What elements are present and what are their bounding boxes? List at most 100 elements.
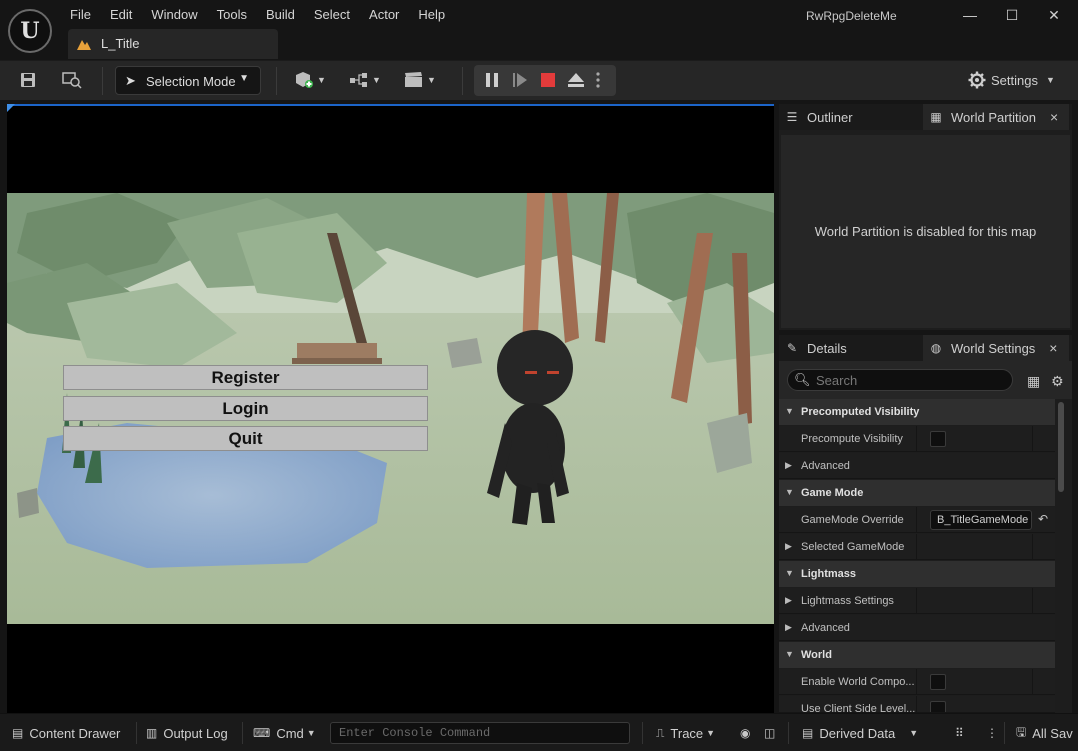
group-selected-gamemode[interactable]: ▶ Selected GameMode	[779, 534, 1055, 560]
game-scene[interactable]: Register Login Quit	[7, 193, 774, 624]
chevron-down-icon: ▼	[909, 728, 919, 738]
property-label: GameMode Override	[801, 514, 904, 526]
column-divider	[916, 669, 917, 695]
add-actor-icon[interactable]: ▼	[290, 69, 330, 91]
menu-build[interactable]: Build	[256, 4, 304, 26]
details-search-input[interactable]	[816, 372, 996, 388]
category-lightmass[interactable]: ▼ Lightmass	[779, 561, 1055, 587]
title-bar: U File Edit Window Tools Build Select Ac…	[0, 0, 1078, 60]
login-button[interactable]: Login	[63, 396, 428, 421]
register-button[interactable]: Register	[63, 365, 428, 390]
chevron-right-icon: ▶	[785, 460, 792, 470]
maximize-button[interactable]: ☐	[992, 4, 1032, 26]
menu-select[interactable]: Select	[304, 4, 359, 26]
menu-help[interactable]: Help	[408, 4, 454, 26]
group-label: Advanced	[801, 622, 850, 634]
close-tab-icon[interactable]: ×	[1050, 109, 1058, 125]
menu-tools[interactable]: Tools	[207, 4, 256, 26]
menu-window[interactable]: Window	[141, 4, 206, 26]
selection-mode-dropdown[interactable]: ➤ Selection Mode ▼	[115, 66, 261, 95]
cinematics-icon[interactable]: ▼	[400, 69, 440, 91]
chevron-down-icon: ▼	[239, 73, 249, 84]
save-all-icon: 🖫	[1016, 724, 1027, 739]
group-advanced-lightmass[interactable]: ▶ Advanced	[779, 615, 1055, 641]
tab-details-label: Details	[807, 340, 847, 356]
gear-icon[interactable]: ⚙	[1051, 373, 1064, 390]
precompute-visibility-checkbox[interactable]	[930, 431, 946, 447]
menu-file[interactable]: File	[60, 4, 100, 26]
save-icon[interactable]	[16, 69, 40, 91]
chevron-down-icon: ▼	[306, 728, 316, 738]
stop-icon[interactable]	[536, 69, 560, 91]
cmd-dropdown[interactable]: ⌨ Cmd ▼	[253, 714, 316, 751]
output-log-label: Output Log	[163, 725, 228, 741]
details-search-row: 🔍︎ ▦ ⚙	[779, 361, 1072, 399]
category-world[interactable]: ▼ World	[779, 642, 1055, 668]
property-label: Use Client Side Level...	[801, 703, 916, 713]
category-precomputed-visibility[interactable]: ▼ Precomputed Visibility	[779, 399, 1055, 425]
details-scrollbar[interactable]	[1058, 402, 1064, 492]
cmd-label: Cmd	[276, 725, 304, 741]
eject-icon[interactable]	[564, 69, 588, 91]
output-log-button[interactable]: ▥ Output Log	[146, 714, 228, 751]
level-viewport[interactable]: Register Login Quit	[7, 104, 774, 713]
trace-dropdown[interactable]: ⎍ Trace ▼	[656, 714, 715, 751]
chevron-down-icon: ▼	[785, 568, 794, 578]
step-icon[interactable]	[508, 69, 532, 91]
reset-to-default-icon[interactable]: ↶	[1038, 512, 1048, 526]
all-saved-label: All Sav	[1032, 725, 1073, 741]
group-advanced[interactable]: ▶ Advanced	[779, 453, 1055, 479]
details-panel: ✎ Details ◍ World Settings × 🔍︎ ▦ ⚙ ▼ Pr…	[779, 335, 1072, 713]
enable-world-composition-checkbox[interactable]	[930, 674, 946, 690]
close-window-button[interactable]: ✕	[1034, 4, 1074, 26]
pause-icon[interactable]	[480, 69, 504, 91]
close-tab-icon[interactable]: ×	[1049, 340, 1057, 356]
console-command-input[interactable]	[330, 722, 630, 744]
project-name: RwRpgDeleteMe	[806, 9, 897, 23]
tab-world-settings[interactable]: ◍ World Settings ×	[923, 335, 1069, 361]
details-search-box[interactable]: 🔍︎	[787, 369, 1013, 391]
derived-data-dropdown[interactable]: ▤ Derived Data ▼	[802, 714, 918, 751]
settings-button[interactable]: Settings ▼	[968, 69, 1055, 91]
column-divider	[1032, 426, 1033, 452]
unreal-logo-icon[interactable]: U	[8, 9, 52, 53]
category-label: World	[801, 649, 832, 661]
source-control-icon[interactable]: ⠿	[955, 714, 970, 751]
status-divider	[136, 722, 137, 744]
tab-outliner[interactable]: ☰ Outliner	[779, 104, 921, 130]
selection-mode-label: Selection Mode	[146, 74, 236, 89]
property-label: Enable World Compo...	[801, 676, 915, 688]
level-tab[interactable]: L_Title	[68, 29, 278, 59]
menu-edit[interactable]: Edit	[100, 4, 141, 26]
content-drawer-button[interactable]: ▤ Content Drawer	[12, 714, 120, 751]
chevron-down-icon: ▼	[785, 649, 794, 659]
viewport-focus-line	[7, 104, 774, 106]
group-lightmass-settings[interactable]: ▶ Lightmass Settings	[779, 588, 1055, 614]
category-game-mode[interactable]: ▼ Game Mode	[779, 480, 1055, 506]
terminal-icon: ⌨	[253, 726, 271, 740]
blueprint-icon[interactable]: ▼	[345, 69, 385, 91]
table-view-icon[interactable]: ▦	[1027, 373, 1040, 390]
tab-details[interactable]: ✎ Details	[779, 335, 921, 361]
all-saved-button[interactable]: 🖫 All Sav	[1016, 714, 1073, 751]
category-label: Precomputed Visibility	[801, 406, 920, 418]
more-icon[interactable]	[592, 69, 604, 91]
browse-icon[interactable]	[60, 69, 84, 91]
status-bar: ▤ Content Drawer ▥ Output Log ⌨ Cmd ▼ ⎍ …	[0, 713, 1078, 751]
tab-world-partition[interactable]: ▦ World Partition ×	[923, 104, 1069, 130]
record-icon[interactable]: ◉	[740, 714, 756, 751]
screenshot-icon[interactable]: ◫	[764, 714, 781, 751]
gamemode-override-combo[interactable]: B_TitleGameMode	[930, 510, 1032, 530]
quit-button[interactable]: Quit	[63, 426, 428, 451]
chevron-right-icon: ▶	[785, 541, 792, 551]
status-divider	[242, 722, 243, 744]
chevron-right-icon: ▶	[785, 595, 792, 605]
minimize-button[interactable]: —	[950, 4, 990, 26]
menu-actor[interactable]: Actor	[359, 4, 408, 26]
main-toolbar: ➤ Selection Mode ▼ ▼ ▼ ▼ Settings ▼	[0, 60, 1078, 100]
more-icon[interactable]: ⋮	[986, 714, 1004, 751]
status-divider	[1004, 722, 1005, 744]
use-client-side-level-checkbox[interactable]	[930, 701, 946, 712]
content-drawer-icon: ▤	[12, 726, 24, 740]
content-drawer-label: Content Drawer	[29, 725, 121, 741]
